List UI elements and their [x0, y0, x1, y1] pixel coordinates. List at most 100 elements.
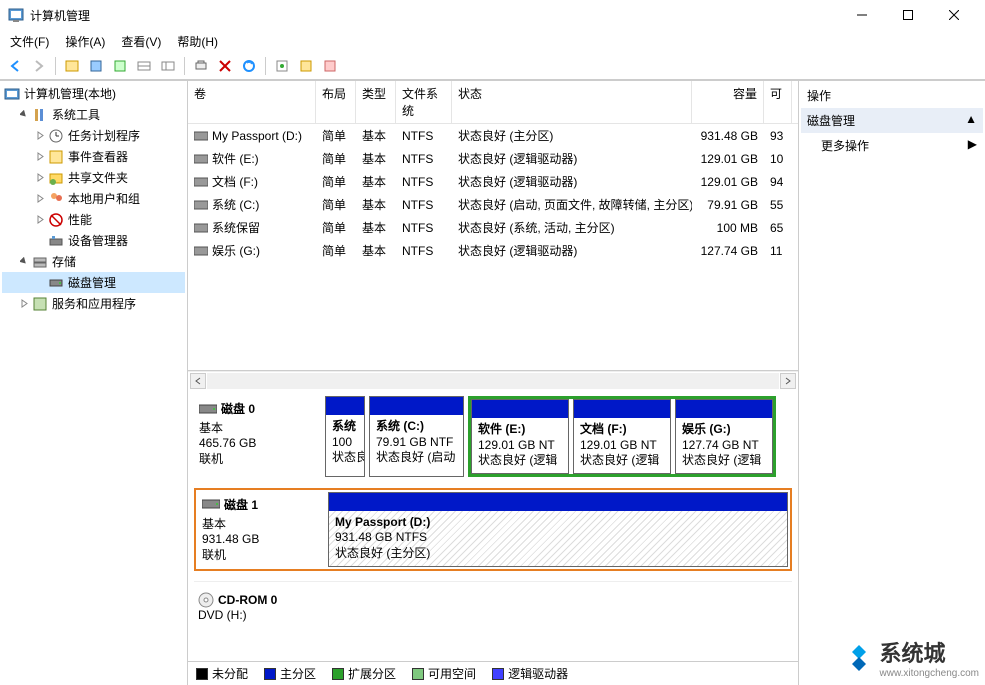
tree-label: 共享文件夹 [68, 169, 128, 186]
actions-more[interactable]: 更多操作 ▶ [801, 133, 983, 158]
scroll-track[interactable] [207, 373, 779, 389]
tb-btn-12[interactable] [295, 55, 317, 77]
col-free[interactable]: 可 [764, 81, 792, 123]
toolbar [0, 52, 985, 80]
actions-pane: 操作 磁盘管理 ▲ 更多操作 ▶ [799, 81, 985, 685]
volume-row[interactable]: 软件 (E:) 简单 基本 NTFS 状态良好 (逻辑驱动器) 129.01 G… [188, 147, 798, 170]
partition-g[interactable]: 娱乐 (G:)127.74 GB NT状态良好 (逻辑 [675, 399, 773, 474]
tree-label: 事件查看器 [68, 148, 128, 165]
disk-map[interactable]: 磁盘 0 基本 465.76 GB 联机 系统100状态良好 (启 系统 (C:… [188, 389, 798, 661]
tree-label: 磁盘管理 [68, 274, 116, 291]
legend-unallocated: 未分配 [196, 665, 248, 682]
tb-btn-10[interactable] [238, 55, 260, 77]
maximize-button[interactable] [885, 0, 931, 30]
tb-btn-6[interactable] [133, 55, 155, 77]
disk-title-label: 磁盘 1 [224, 496, 258, 513]
tree-label: 性能 [68, 211, 92, 228]
center-pane: 卷 布局 类型 文件系统 状态 容量 可 My Passport (D:) 简单… [188, 81, 799, 685]
tree-event-viewer[interactable]: 事件查看器 [2, 146, 185, 167]
col-type[interactable]: 类型 [356, 81, 396, 123]
disk-0-row[interactable]: 磁盘 0 基本 465.76 GB 联机 系统100状态良好 (启 系统 (C:… [194, 395, 792, 478]
volume-row[interactable]: 娱乐 (G:) 简单 基本 NTFS 状态良好 (逻辑驱动器) 127.74 G… [188, 239, 798, 262]
tree-root-label: 计算机管理(本地) [24, 85, 116, 102]
tb-btn-11[interactable] [271, 55, 293, 77]
legend-logical: 逻辑驱动器 [492, 665, 568, 682]
menu-view[interactable]: 查看(V) [115, 31, 167, 52]
disk-status: 联机 [199, 450, 321, 467]
navigation-tree[interactable]: 计算机管理(本地) 系统工具 任务计划程序 事件查看器 共享文件夹 本地用户和组 [0, 81, 188, 685]
tree-disk-management[interactable]: 磁盘管理 [2, 272, 185, 293]
disk-1-info: 磁盘 1 基本 931.48 GB 联机 [198, 492, 328, 567]
partition-c[interactable]: 系统 (C:)79.91 GB NTF状态良好 (启动 [369, 396, 464, 477]
legend-primary: 主分区 [264, 665, 316, 682]
partition-reserved[interactable]: 系统100状态良好 (启 [325, 396, 365, 477]
disk-size: 465.76 GB [199, 436, 321, 450]
disk-title-label: 磁盘 0 [221, 400, 255, 417]
tree-label: 服务和应用程序 [52, 295, 136, 312]
actions-header: 操作 [801, 83, 983, 108]
tb-btn-4[interactable] [85, 55, 107, 77]
scroll-left-button[interactable] [190, 373, 206, 389]
tree-services-apps[interactable]: 服务和应用程序 [2, 293, 185, 314]
tree-performance[interactable]: 性能 [2, 209, 185, 230]
horizontal-scrollbar[interactable] [188, 371, 798, 389]
nav-forward-button[interactable] [28, 55, 50, 77]
disk-0-info: 磁盘 0 基本 465.76 GB 联机 [195, 396, 325, 477]
volume-list-header: 卷 布局 类型 文件系统 状态 容量 可 [188, 81, 798, 124]
menu-action[interactable]: 操作(A) [59, 31, 111, 52]
tree-label: 设备管理器 [68, 232, 128, 249]
partition-d[interactable]: My Passport (D:)931.48 GB NTFS状态良好 (主分区) [328, 492, 788, 567]
tree-storage[interactable]: 存储 [2, 251, 185, 272]
tb-btn-5[interactable] [109, 55, 131, 77]
tree-system-tools[interactable]: 系统工具 [2, 104, 185, 125]
partition-e[interactable]: 软件 (E:)129.01 GB NT状态良好 (逻辑 [471, 399, 569, 474]
volume-row[interactable]: 系统 (C:) 简单 基本 NTFS 状态良好 (启动, 页面文件, 故障转储,… [188, 193, 798, 216]
actions-section[interactable]: 磁盘管理 ▲ [801, 108, 983, 133]
volume-list[interactable]: 卷 布局 类型 文件系统 状态 容量 可 My Passport (D:) 简单… [188, 81, 798, 371]
close-button[interactable] [931, 0, 977, 30]
col-capacity[interactable]: 容量 [692, 81, 764, 123]
partition-f[interactable]: 文档 (F:)129.01 GB NT状态良好 (逻辑 [573, 399, 671, 474]
col-status[interactable]: 状态 [452, 81, 692, 123]
tb-btn-8[interactable] [190, 55, 212, 77]
chevron-right-icon: ▶ [968, 137, 977, 154]
menu-bar: 文件(F) 操作(A) 查看(V) 帮助(H) [0, 30, 985, 52]
scroll-right-button[interactable] [780, 373, 796, 389]
tree-label: 本地用户和组 [68, 190, 140, 207]
nav-back-button[interactable] [4, 55, 26, 77]
col-filesystem[interactable]: 文件系统 [396, 81, 452, 123]
app-icon [8, 7, 24, 23]
cdrom-sub: DVD (H:) [198, 608, 320, 622]
tb-btn-13[interactable] [319, 55, 341, 77]
tree-local-users[interactable]: 本地用户和组 [2, 188, 185, 209]
cdrom-title-label: CD-ROM 0 [218, 593, 277, 607]
tree-device-manager[interactable]: 设备管理器 [2, 230, 185, 251]
cdrom-row[interactable]: CD-ROM 0 DVD (H:) [194, 581, 792, 626]
tb-btn-7[interactable] [157, 55, 179, 77]
menu-help[interactable]: 帮助(H) [171, 31, 224, 52]
window-title: 计算机管理 [30, 7, 839, 24]
volume-row[interactable]: 系统保留 简单 基本 NTFS 状态良好 (系统, 活动, 主分区) 100 M… [188, 216, 798, 239]
watermark-logo-icon [844, 643, 874, 673]
menu-file[interactable]: 文件(F) [4, 31, 55, 52]
watermark-url: www.xitongcheng.com [880, 668, 980, 679]
col-layout[interactable]: 布局 [316, 81, 356, 123]
tree-shared-folders[interactable]: 共享文件夹 [2, 167, 185, 188]
disk-type: 基本 [199, 419, 321, 436]
volume-row[interactable]: My Passport (D:) 简单 基本 NTFS 状态良好 (主分区) 9… [188, 124, 798, 147]
tb-btn-3[interactable] [61, 55, 83, 77]
legend-extended: 扩展分区 [332, 665, 396, 682]
tree-label: 系统工具 [52, 106, 100, 123]
title-bar: 计算机管理 [0, 0, 985, 30]
col-volume[interactable]: 卷 [188, 81, 316, 123]
expander-icon[interactable] [18, 109, 30, 121]
disk-1-row[interactable]: 磁盘 1 基本 931.48 GB 联机 My Passport (D:)931… [194, 488, 792, 571]
collapse-icon: ▲ [965, 112, 977, 129]
tree-root[interactable]: 计算机管理(本地) [2, 83, 185, 104]
legend-free: 可用空间 [412, 665, 476, 682]
watermark: 系统城 www.xitongcheng.com [844, 636, 980, 679]
tb-btn-delete[interactable] [214, 55, 236, 77]
minimize-button[interactable] [839, 0, 885, 30]
volume-row[interactable]: 文档 (F:) 简单 基本 NTFS 状态良好 (逻辑驱动器) 129.01 G… [188, 170, 798, 193]
tree-task-scheduler[interactable]: 任务计划程序 [2, 125, 185, 146]
